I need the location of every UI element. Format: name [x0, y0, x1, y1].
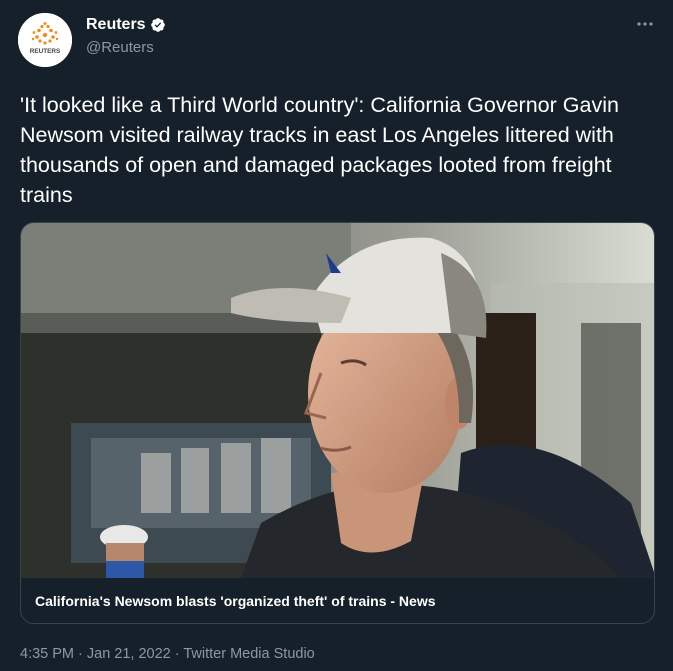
tweet-text: 'It looked like a Third World country': …	[20, 93, 619, 207]
reuters-logo-icon: REUTERS	[18, 13, 72, 67]
media-card[interactable]: California's Newsom blasts 'organized th…	[20, 222, 655, 624]
author-name-row: Reuters	[86, 16, 166, 34]
meta-separator: ·	[170, 646, 184, 662]
card-title[interactable]: California's Newsom blasts 'organized th…	[35, 593, 436, 609]
more-options-icon	[637, 22, 653, 26]
tweet-date[interactable]: Jan 21, 2022	[87, 646, 171, 662]
video-thumbnail[interactable]	[21, 223, 654, 578]
avatar-text: REUTERS	[30, 48, 61, 55]
tweet: REUTERS Reuters @Reuters 'It looked like…	[0, 0, 673, 671]
media-image	[21, 223, 654, 578]
meta-separator: ·	[74, 646, 87, 662]
verified-badge-icon	[150, 18, 165, 32]
author-avatar[interactable]: REUTERS	[18, 13, 72, 67]
more-options-button[interactable]	[632, 15, 658, 33]
tweet-meta: 4:35 PM · Jan 21, 2022 · Twitter Media S…	[20, 646, 315, 662]
tweet-time[interactable]: 4:35 PM	[20, 646, 74, 662]
author-handle[interactable]: @Reuters	[86, 39, 154, 56]
tweet-source-link[interactable]: Twitter Media Studio	[183, 646, 314, 662]
author-display-name[interactable]: Reuters	[86, 16, 146, 34]
